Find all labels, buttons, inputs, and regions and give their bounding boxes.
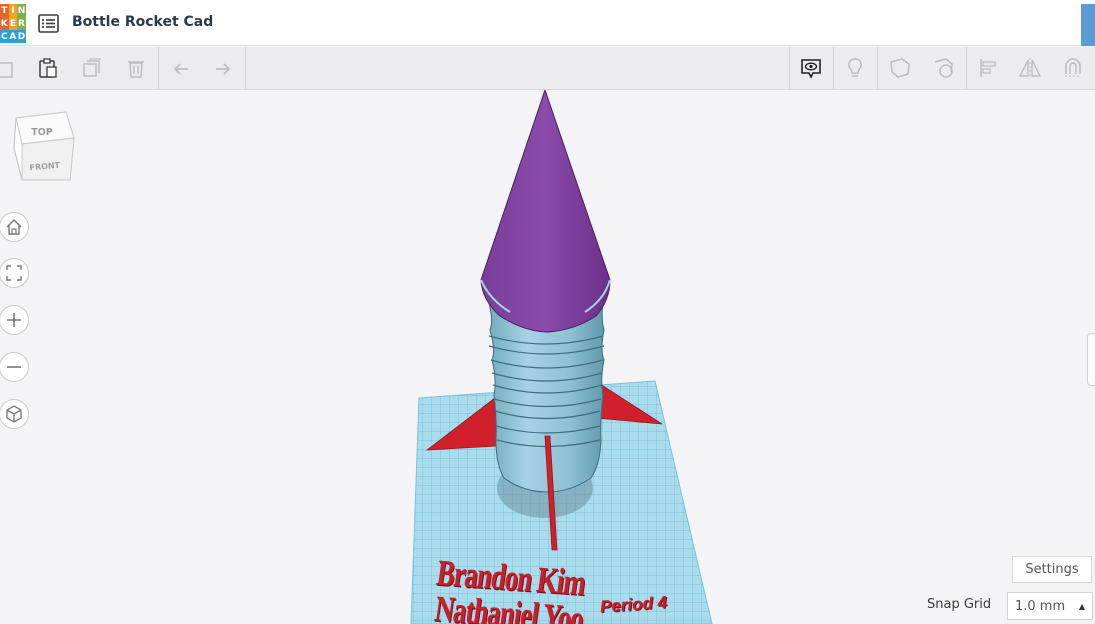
logo-letter: A [8, 30, 18, 43]
home-view-button[interactable] [0, 212, 29, 242]
caret-up-icon: ▲ [1078, 602, 1085, 611]
perspective-button[interactable] [0, 399, 29, 429]
logo-letter: K [0, 17, 9, 30]
list-icon[interactable] [38, 13, 59, 34]
zoom-in-icon [7, 313, 21, 327]
view-cube[interactable]: TOP FRONT [12, 108, 76, 184]
fit-view-button[interactable] [0, 258, 29, 288]
logo-letter: T [0, 4, 9, 17]
snap-grid-value: 1.0 mm [1015, 598, 1066, 614]
home-view-icon [6, 219, 22, 235]
undo-icon[interactable] [167, 55, 195, 81]
logo-letter: E [8, 17, 18, 30]
logo-letter: R [17, 17, 26, 30]
panel-toggle[interactable] [1081, 4, 1095, 46]
scene-canvas [410, 90, 713, 624]
logo-letter: N [17, 4, 26, 17]
delete-icon[interactable] [122, 55, 150, 81]
side-panel-handle[interactable] [1087, 333, 1095, 386]
show-notes-icon[interactable] [797, 55, 825, 81]
logo-letter: C [0, 30, 9, 43]
nose-cone [480, 90, 611, 333]
perspective-icon [6, 405, 22, 423]
duplicate-icon[interactable] [78, 55, 106, 81]
fit-view-icon [6, 265, 22, 281]
toolbar-divider [966, 47, 967, 90]
toolbar-divider [245, 47, 246, 90]
toolbar-divider [833, 47, 834, 90]
settings-button[interactable]: Settings [1012, 556, 1092, 583]
snap-grid-label: Snap Grid [927, 597, 992, 612]
shape-hole-icon[interactable] [886, 55, 914, 81]
mirror-icon[interactable] [1016, 55, 1044, 81]
logo-letter: D [17, 30, 26, 43]
snap-grid-select[interactable]: 1.0 mm ▲ [1007, 592, 1093, 620]
copy-icon[interactable] [0, 55, 20, 81]
toolbar-divider [789, 47, 790, 90]
logo-letter: I [8, 4, 18, 17]
zoom-out-icon [7, 366, 21, 368]
toolbar-divider [877, 47, 878, 90]
paste-icon[interactable] [34, 55, 62, 81]
edit-toolbar [0, 47, 1095, 90]
lightbulb-icon[interactable] [841, 55, 869, 81]
group-icon[interactable] [930, 55, 958, 81]
workplane-viewport[interactable]: Brandon Kim Nathaniel Yoo Period 4 [0, 90, 1095, 624]
top-bar: T I N K E R C A D Bottle Rocket Cad [0, 0, 1095, 46]
design-title[interactable]: Bottle Rocket Cad [72, 14, 213, 30]
viewcube-top-label: TOP [31, 127, 53, 138]
zoom-out-button[interactable] [0, 352, 29, 382]
tinkercad-logo[interactable]: T I N K E R C A D [0, 4, 26, 43]
magnet-icon[interactable] [1059, 55, 1087, 81]
align-icon[interactable] [974, 55, 1002, 81]
redo-icon[interactable] [209, 55, 237, 81]
toolbar-divider [158, 47, 159, 90]
zoom-in-button[interactable] [0, 305, 29, 335]
